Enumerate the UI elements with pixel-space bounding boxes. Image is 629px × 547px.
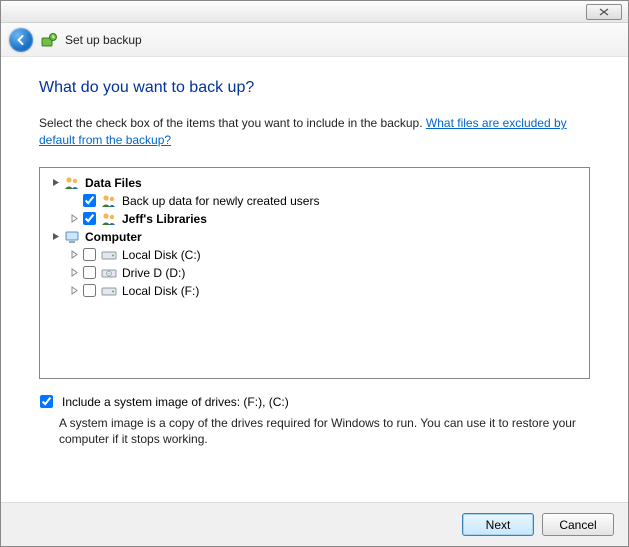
tree-label: Computer — [85, 230, 142, 244]
tree-node-data-files[interactable]: Data Files — [44, 174, 585, 192]
drive-icon — [101, 247, 117, 263]
content-area: What do you want to back up? Select the … — [1, 57, 628, 502]
tree-label: Drive D (D:) — [122, 266, 185, 280]
header-title: Set up backup — [65, 33, 142, 47]
cancel-button[interactable]: Cancel — [542, 513, 614, 536]
tree-node-computer[interactable]: Computer — [44, 228, 585, 246]
checkbox-libraries[interactable] — [83, 212, 96, 225]
tree-label: Back up data for newly created users — [122, 194, 319, 208]
instruction-prefix: Select the check box of the items that y… — [39, 116, 426, 130]
system-image-label: Include a system image of drives: (F:), … — [62, 395, 289, 409]
expand-icon[interactable] — [68, 267, 80, 279]
tree-node-libraries[interactable]: Jeff's Libraries — [44, 210, 585, 228]
back-button[interactable] — [9, 28, 33, 52]
tree-node-drive-f[interactable]: Local Disk (F:) — [44, 282, 585, 300]
collapse-icon[interactable] — [50, 231, 62, 243]
page-heading: What do you want to back up? — [39, 79, 590, 97]
checkbox-system-image[interactable] — [40, 395, 53, 408]
checkbox-drive-d[interactable] — [83, 266, 96, 279]
wizard-window: Set up backup What do you want to back u… — [0, 0, 629, 547]
backup-wizard-icon — [41, 32, 57, 48]
computer-icon — [64, 229, 80, 245]
collapse-icon[interactable] — [50, 177, 62, 189]
users-icon — [101, 193, 117, 209]
instruction-text: Select the check box of the items that y… — [39, 115, 590, 149]
system-image-description: A system image is a copy of the drives r… — [59, 415, 579, 449]
tree-node-drive-d[interactable]: Drive D (D:) — [44, 264, 585, 282]
tree-node-drive-c[interactable]: Local Disk (C:) — [44, 246, 585, 264]
drive-icon — [101, 283, 117, 299]
tree-label: Jeff's Libraries — [122, 212, 207, 226]
tree-label: Local Disk (F:) — [122, 284, 199, 298]
expand-icon[interactable] — [68, 249, 80, 261]
arrow-left-icon — [15, 34, 27, 46]
system-image-option: Include a system image of drives: (F:), … — [39, 395, 590, 409]
checkbox-drive-f[interactable] — [83, 284, 96, 297]
backup-items-tree[interactable]: Data Files Back up data for — [39, 167, 590, 379]
users-icon — [64, 175, 80, 191]
header: Set up backup — [1, 23, 628, 57]
close-button[interactable] — [586, 4, 622, 20]
tree-label: Data Files — [85, 176, 142, 190]
expand-icon[interactable] — [68, 285, 80, 297]
tree-node-new-users[interactable]: Back up data for newly created users — [44, 192, 585, 210]
next-button[interactable]: Next — [462, 513, 534, 536]
close-icon — [598, 8, 610, 16]
checkbox-new-users[interactable] — [83, 194, 96, 207]
cd-drive-icon — [101, 265, 117, 281]
titlebar — [1, 1, 628, 23]
users-icon — [101, 211, 117, 227]
checkbox-drive-c[interactable] — [83, 248, 96, 261]
tree-label: Local Disk (C:) — [122, 248, 201, 262]
footer: Next Cancel — [1, 502, 628, 546]
expand-icon[interactable] — [68, 213, 80, 225]
